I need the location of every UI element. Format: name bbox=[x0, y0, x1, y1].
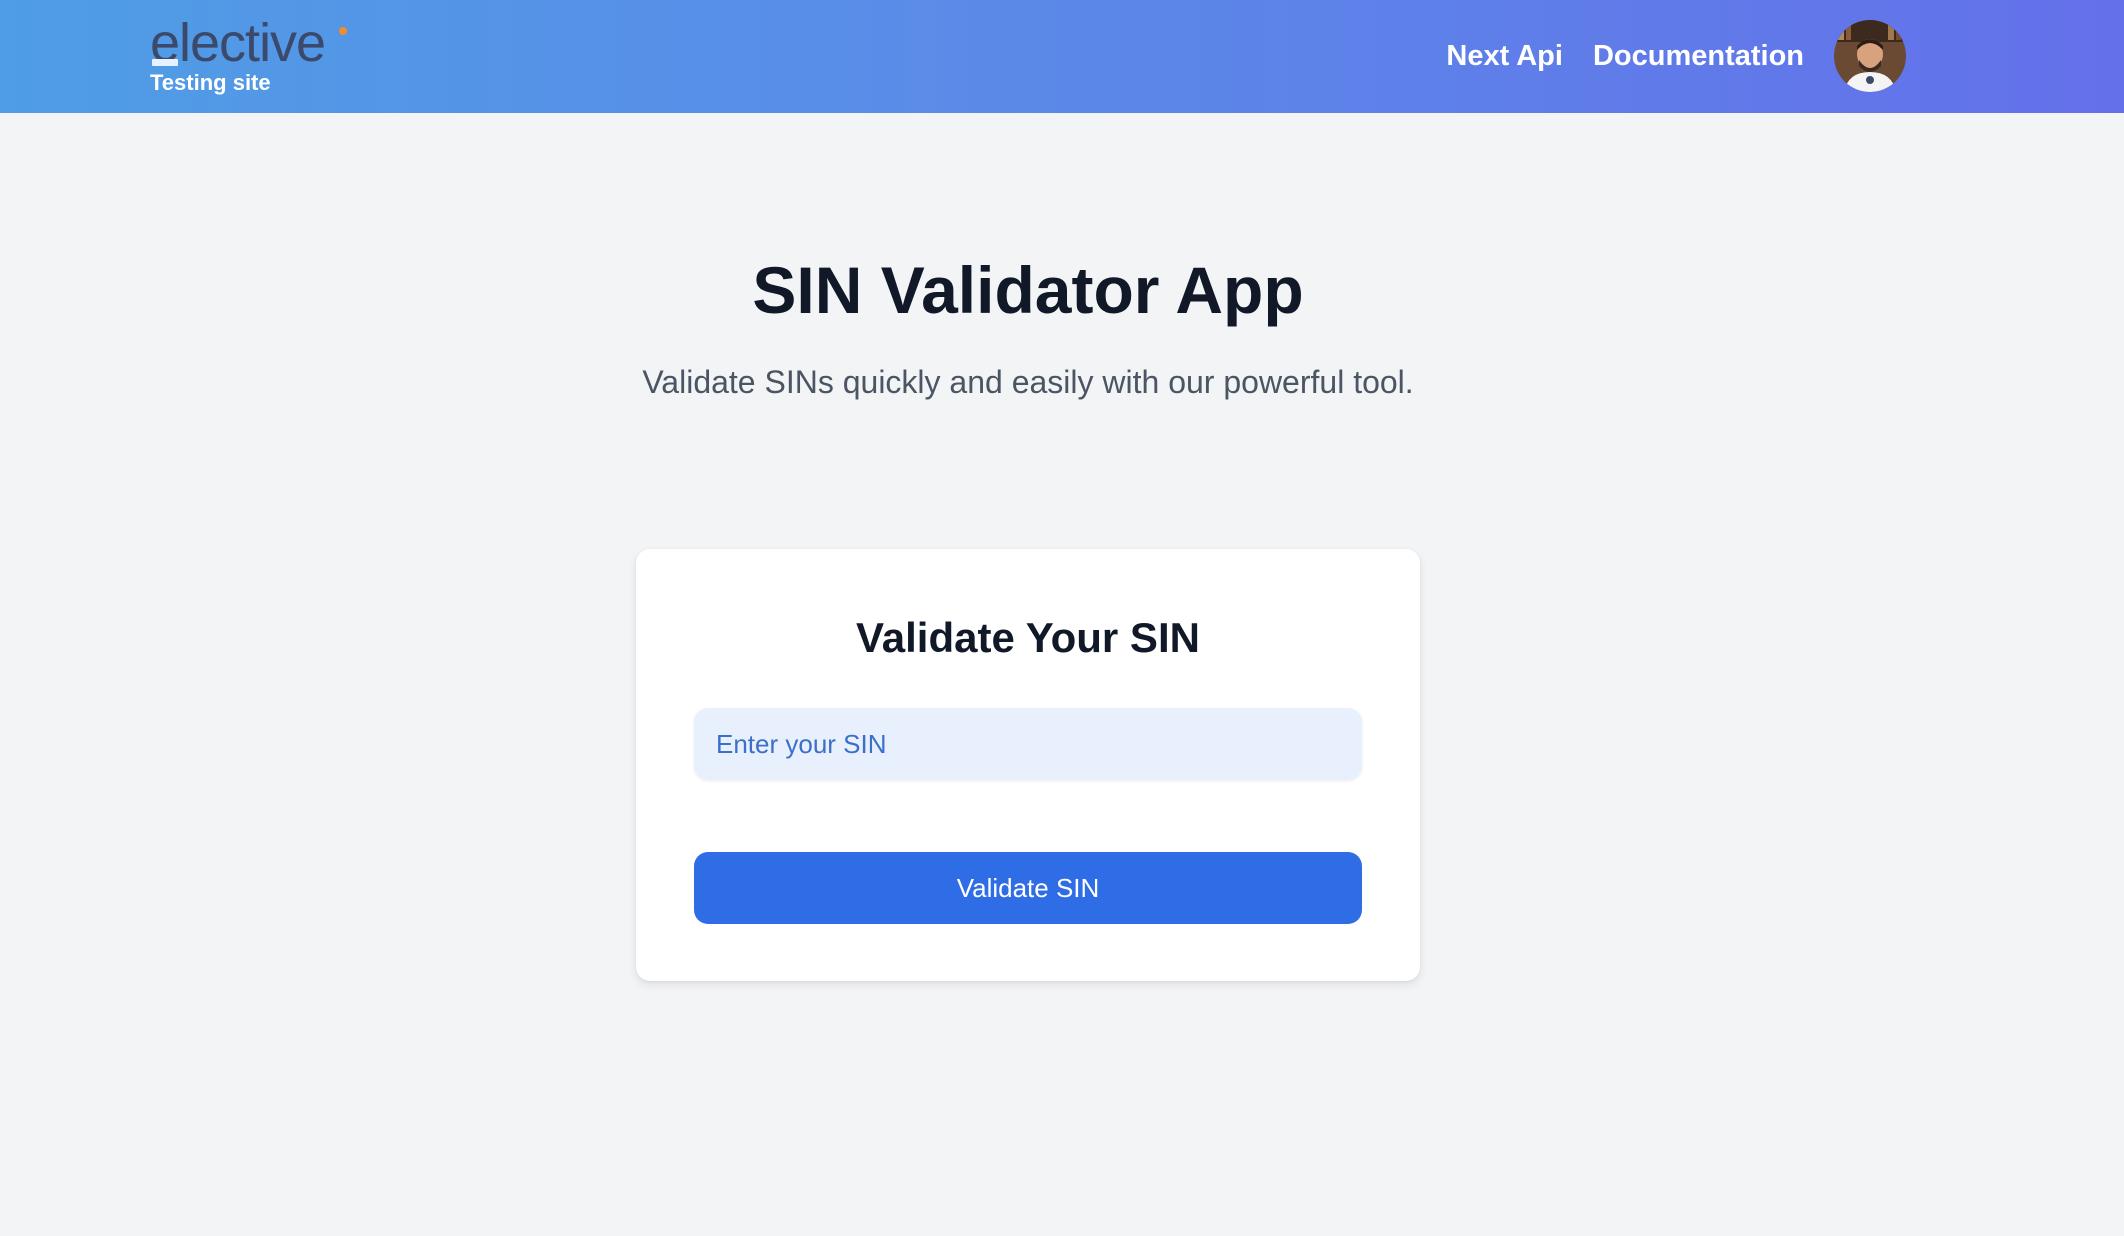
brand-subtitle: Testing site bbox=[150, 70, 271, 95]
top-navbar: elective Testing site Next Api Documenta… bbox=[0, 0, 2124, 113]
validate-sin-button[interactable]: Validate SIN bbox=[694, 852, 1362, 924]
avatar-photo-icon bbox=[1834, 20, 1906, 92]
nav-link-next-api[interactable]: Next Api bbox=[1446, 40, 1563, 73]
page-subtitle: Validate SINs quickly and easily with ou… bbox=[642, 364, 1414, 400]
brand-underline-mark bbox=[152, 59, 178, 66]
brand-logo[interactable]: elective Testing site bbox=[150, 12, 350, 102]
nav-link-documentation[interactable]: Documentation bbox=[1593, 40, 1804, 73]
validation-card: Validate Your SIN Validate SIN bbox=[636, 549, 1420, 981]
brand-accent-dot bbox=[339, 27, 347, 35]
page-title: SIN Validator App bbox=[752, 253, 1304, 327]
card-title: Validate Your SIN bbox=[856, 614, 1200, 661]
user-avatar[interactable] bbox=[1834, 20, 1906, 92]
nav-links: Next Api Documentation bbox=[1446, 20, 1906, 92]
sin-input[interactable] bbox=[694, 708, 1362, 780]
